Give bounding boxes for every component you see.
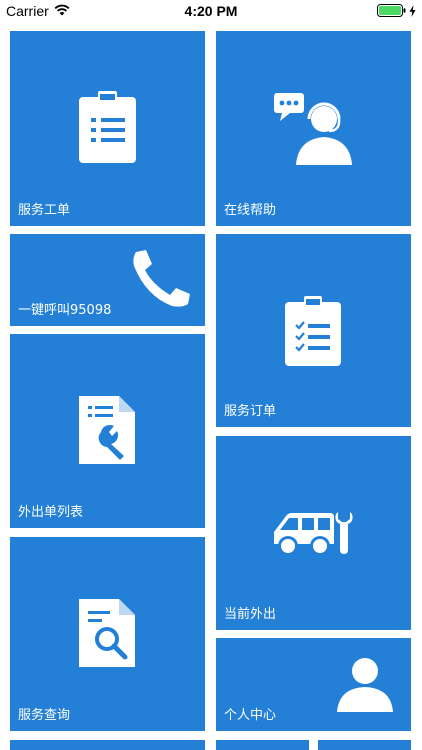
battery-icon [377,4,407,20]
tile-service-query[interactable]: 服务查询 [10,537,205,731]
tile-service-order[interactable]: 服务订单 [216,234,411,427]
tile-label: 服务工单 [18,203,71,218]
tile-one-key-call[interactable]: 一键呼叫95098 [10,234,205,326]
clipboard-list-icon [79,91,136,168]
tile-label: 个人中心 [224,708,277,723]
tile-service-work-order[interactable]: 服务工单 [10,31,205,226]
customer-service-agent-icon [274,93,352,170]
tile-label: 当前外出 [224,607,277,622]
tile-partial-bottom-1[interactable] [10,740,205,750]
tile-partial-bottom-2[interactable] [216,740,309,750]
tile-personal-center[interactable]: 个人中心 [216,638,411,731]
document-search-icon [79,599,135,672]
status-right [377,4,416,20]
van-wrench-icon [272,510,356,563]
tile-online-help[interactable]: 在线帮助 [216,31,411,226]
user-silhouette-icon [337,656,393,717]
clipboard-checklist-icon [285,296,341,371]
tile-dispatch-list[interactable]: 外出单列表 [10,334,205,528]
tile-label: 服务订单 [224,404,277,419]
document-wrench-icon [79,396,135,469]
tile-label: 一键呼叫95098 [18,303,112,318]
tile-label: 服务查询 [18,708,71,723]
charging-icon [409,4,416,20]
tile-partial-bottom-3[interactable] [318,740,411,750]
phone-handset-icon [132,250,190,313]
tile-label: 在线帮助 [224,203,277,218]
status-bar: Carrier 4:20 PM [0,0,422,22]
tile-label: 外出单列表 [18,505,84,520]
status-time: 4:20 PM [184,3,238,19]
tile-current-dispatch[interactable]: 当前外出 [216,436,411,630]
app-screen: Carrier 4:20 PM 服务工单 在线帮助 一键呼叫95098 服务订单… [0,0,422,750]
